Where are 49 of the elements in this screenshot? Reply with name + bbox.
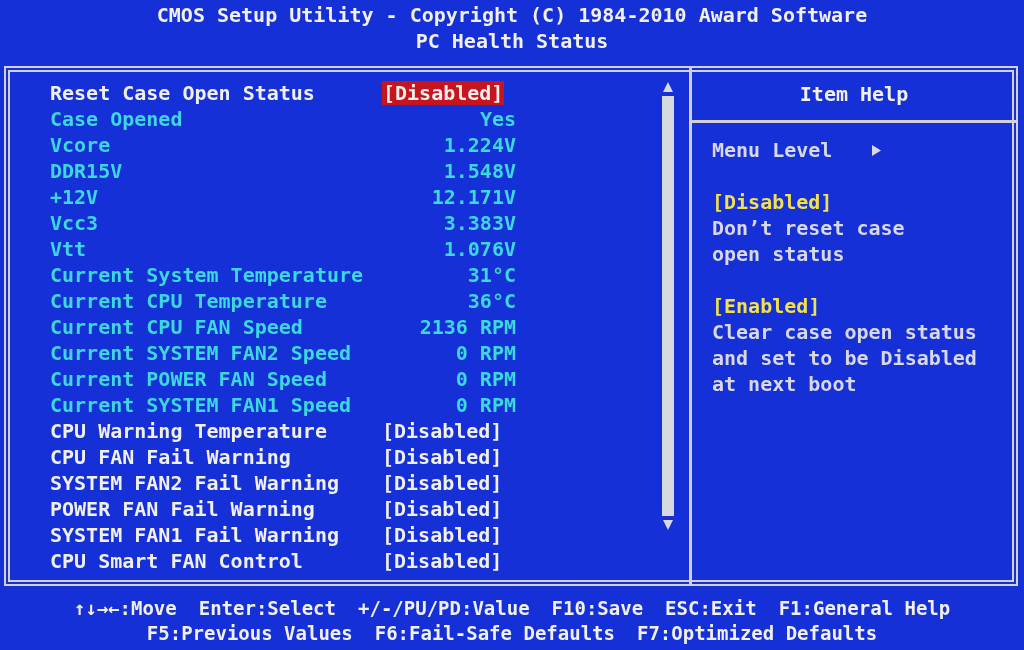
setting-value: 2136 RPM (419, 315, 516, 339)
page-title: PC Health Status (415, 28, 609, 54)
key-hint: F1:General Help (778, 596, 951, 621)
help-text: at next boot (712, 371, 858, 397)
help-option: [Disabled] (712, 189, 1016, 215)
help-text: and set to be Disabled (712, 345, 978, 371)
setting-label: DDR15V (50, 159, 124, 183)
key-hint: F10:Save (551, 596, 644, 621)
window-title: CMOS Setup Utility - Copyright (C) 1984-2010 Award Software (156, 2, 868, 28)
help-option: [Enabled] (712, 293, 1016, 319)
setting-value: 0 RPM (455, 393, 516, 417)
setting-value: 0 RPM (455, 341, 516, 365)
setting-value[interactable]: [Disabled] (382, 81, 505, 105)
setting-label: Current System Temperature (50, 263, 365, 287)
setting-label: Current SYSTEM FAN2 Speed (50, 341, 353, 365)
setting-value: 36°C (467, 289, 516, 313)
key-hint: ESC:Exit (665, 596, 757, 621)
key-hint: ↑↓→←:Move (73, 596, 177, 621)
setting-value: 31°C (467, 263, 516, 287)
setting-label: Current SYSTEM FAN1 Speed (50, 393, 353, 417)
setting-label: Vcore (50, 133, 112, 157)
setting-label: Case Opened (50, 107, 184, 131)
setting-value: 1.548V (443, 159, 516, 183)
setting-value: 1.224V (443, 133, 516, 157)
setting-value: 12.171V (431, 185, 516, 209)
setting-value: Yes (479, 107, 516, 131)
key-hint: F5:Previous Values (146, 621, 353, 646)
menu-level-label: Menu Level (712, 137, 833, 163)
scrollbar[interactable] (662, 96, 674, 516)
setting-label: Vcc3 (50, 211, 100, 235)
triangle-right-icon (872, 144, 882, 156)
key-hint: F6:Fail-Safe Defaults (374, 621, 615, 646)
key-hint: Enter:Select (198, 596, 336, 621)
scroll-down-icon[interactable] (663, 520, 673, 530)
help-text: Don’t reset case (712, 215, 906, 241)
help-text: Clear case open status (712, 319, 978, 345)
setting-value: 3.383V (443, 211, 516, 235)
setting-label: Current CPU Temperature (50, 289, 328, 313)
setting-value: 1.076V (443, 237, 516, 261)
setting-label: Current POWER FAN Speed (50, 367, 328, 391)
help-title: Item Help (799, 82, 909, 106)
setting-label: Current CPU FAN Speed (50, 315, 304, 339)
key-hint: +/-/PU/PD:Value (358, 596, 530, 621)
setting-label: +12V (50, 185, 100, 209)
setting-value: 0 RPM (455, 367, 516, 391)
scroll-up-icon[interactable] (663, 82, 673, 92)
help-text: open status (712, 241, 846, 267)
key-hint: F7:Optimized Defaults (636, 621, 878, 646)
setting-label: Vtt (50, 237, 88, 261)
